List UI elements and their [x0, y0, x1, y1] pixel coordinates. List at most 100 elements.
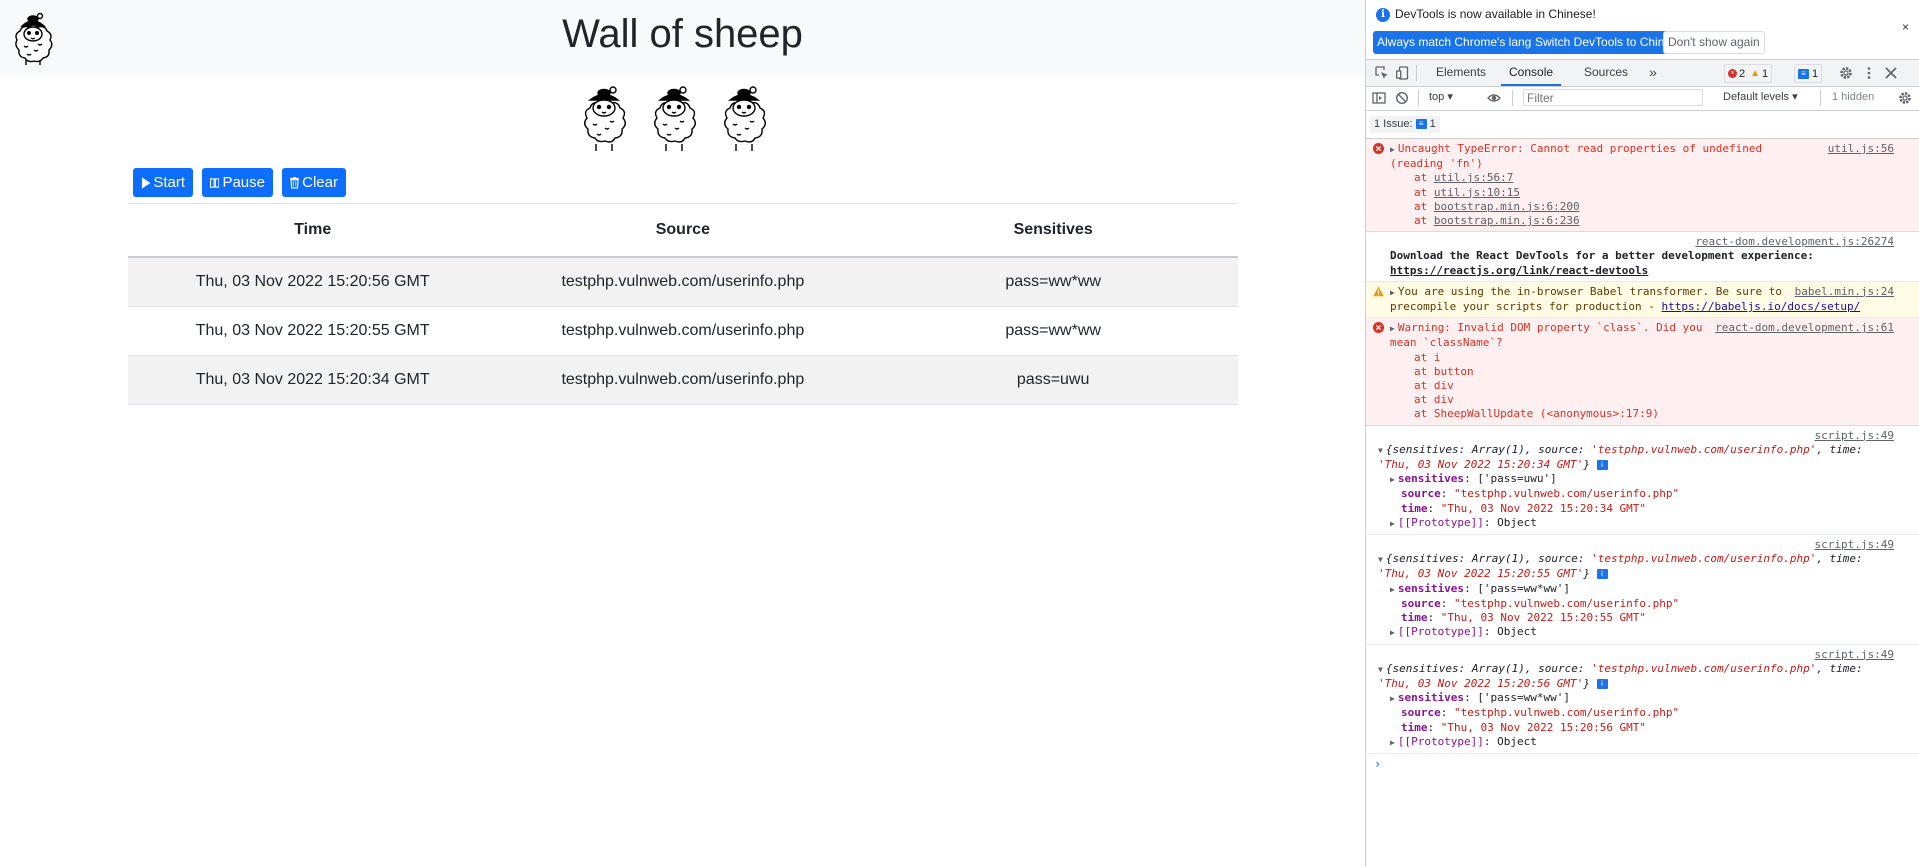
property-value: Object: [1497, 515, 1537, 529]
expand-triangle-icon[interactable]: ▶: [1390, 517, 1395, 531]
message-source-link[interactable]: script.js:49: [1815, 648, 1894, 661]
message-source-link[interactable]: script.js:49: [1815, 538, 1894, 551]
error-icon: [1373, 143, 1384, 154]
stack-link[interactable]: bootstrap.min.js:6:236: [1434, 214, 1580, 227]
live-expression-eye-icon[interactable]: [1487, 91, 1501, 105]
property-value: Object: [1497, 734, 1537, 748]
sidebar-toggle-icon[interactable]: [1372, 91, 1386, 105]
issue-message-icon: ≡: [1415, 119, 1427, 130]
error-warning-counter[interactable]: × 2 ▲ 1: [1724, 64, 1773, 83]
babel-docs-link[interactable]: https://babeljs.io/docs/setup/: [1662, 300, 1861, 313]
stack-link[interactable]: bootstrap.min.js:6:200: [1434, 200, 1580, 213]
react-devtools-link[interactable]: https://reactjs.org/link/react-devtools: [1390, 264, 1648, 277]
object-summary[interactable]: ▼ {sensitives: Array(1), source: 'testphp…: [1378, 552, 1894, 581]
property-value: ['pass=ww*ww']: [1477, 691, 1571, 705]
property-row[interactable]: ▶ [[Prototype]]: Object: [1390, 625, 1894, 640]
pause-button-label: Pause: [222, 174, 265, 191]
property-row[interactable]: ▶ [[Prototype]]: Object: [1390, 516, 1894, 531]
summary-text: , time:: [1816, 661, 1863, 675]
device-toolbar-icon[interactable]: [1396, 66, 1410, 80]
property-row[interactable]: ▶ sensitives: ['pass=ww*ww']: [1390, 691, 1894, 706]
close-icon[interactable]: ×: [1902, 20, 1909, 34]
stack-frame: at div: [1414, 393, 1454, 407]
expand-triangle-icon[interactable]: ▶: [1390, 692, 1395, 706]
context-selector[interactable]: top ▾: [1429, 90, 1453, 103]
console-prompt[interactable]: ›: [1366, 754, 1919, 774]
tab-elements[interactable]: Elements: [1428, 60, 1494, 86]
property-row[interactable]: ▶ sensitives: ['pass=ww*ww']: [1390, 582, 1894, 597]
collapse-triangle-icon[interactable]: ▼: [1378, 553, 1383, 567]
expand-triangle-icon[interactable]: ▶: [1390, 286, 1395, 300]
property-key: sensitives: [1397, 581, 1465, 595]
console-output: util.js:56 ▶ Uncaught TypeError: Cannot r…: [1366, 139, 1919, 859]
clear-console-icon[interactable]: [1395, 91, 1409, 105]
log-levels-dropdown[interactable]: Default levels ▾: [1723, 90, 1798, 103]
expand-triangle-icon[interactable]: ▶: [1390, 736, 1395, 750]
console-filter-input[interactable]: [1523, 89, 1703, 106]
console-settings-gear-icon[interactable]: [1898, 91, 1912, 105]
property-row: time: "Thu, 03 Nov 2022 15:20:55 GMT": [1401, 611, 1647, 625]
hidden-messages-count: 1 hidden: [1832, 91, 1875, 103]
info-badge-icon[interactable]: i: [1596, 678, 1608, 689]
column-header-time: Time: [128, 203, 498, 258]
message-source-row: script.js:49: [1390, 648, 1894, 662]
property-row[interactable]: ▶ sensitives: ['pass=uwu']: [1390, 472, 1894, 487]
start-button[interactable]: Start: [133, 168, 193, 197]
more-tabs-icon[interactable]: »: [1641, 60, 1665, 86]
message-source-link[interactable]: script.js:49: [1815, 429, 1894, 442]
info-badge-icon[interactable]: i: [1596, 460, 1608, 471]
message-source-row: react-dom.development.js:26274: [1390, 235, 1894, 249]
property-value: "Thu, 03 Nov 2022 15:20:34 GMT": [1440, 501, 1647, 515]
cell-sensitives: pass=ww*ww: [868, 306, 1238, 356]
console-log-message: script.js:49 ▼ {sensitives: Array(1), sour…: [1366, 426, 1919, 536]
table-row: Thu, 03 Nov 2022 15:20:56 GMT testphp.vu…: [128, 257, 1238, 307]
object-summary[interactable]: ▼ {sensitives: Array(1), source: 'testphp…: [1378, 443, 1894, 472]
language-infobar: i DevTools is now available in Chinese! …: [1366, 0, 1919, 56]
expand-triangle-icon[interactable]: ▶: [1390, 322, 1395, 336]
console-toolbar: top ▾ Default levels ▾ 1 hidden: [1366, 86, 1919, 111]
tab-sources[interactable]: Sources: [1576, 60, 1636, 86]
summary-time: 'Thu, 03 Nov 2022 15:20:34 GMT': [1378, 458, 1584, 472]
more-options-icon[interactable]: [1862, 66, 1876, 80]
error-text: Warning: Invalid DOM property `class`. D…: [1390, 321, 1703, 350]
expand-triangle-icon[interactable]: ▶: [1390, 143, 1395, 157]
cell-source: testphp.vulnweb.com/userinfo.php: [497, 257, 869, 307]
stack-link[interactable]: util.js:10:15: [1434, 186, 1520, 199]
pause-button[interactable]: Pause: [202, 168, 273, 197]
issues-counter[interactable]: ≡ 1: [1794, 64, 1823, 83]
message-source-link[interactable]: util.js:56: [1828, 142, 1894, 156]
summary-text: }: [1583, 676, 1590, 690]
info-badge-icon[interactable]: i: [1596, 569, 1608, 580]
property-key: [[Prototype]]: [1397, 734, 1484, 748]
collapse-triangle-icon[interactable]: ▼: [1378, 444, 1383, 458]
warning-count: 1: [1762, 67, 1769, 80]
message-source-link[interactable]: react-dom.development.js:26274: [1695, 235, 1894, 248]
expand-triangle-icon[interactable]: ▶: [1390, 473, 1395, 487]
stack-frame: at util.js:56:7: [1390, 171, 1894, 185]
summary-text: , time:: [1816, 442, 1863, 456]
property-row: source: "testphp.vulnweb.com/userinfo.ph…: [1401, 596, 1680, 610]
clear-button[interactable]: Clear: [282, 168, 346, 197]
issues-badge[interactable]: 1 Issue: ≡ 1: [1370, 116, 1440, 133]
tab-console[interactable]: Console: [1501, 60, 1562, 86]
toolbar-divider: [1418, 90, 1419, 106]
message-source-link[interactable]: react-dom.development.js:61: [1715, 321, 1894, 335]
trash-icon: [290, 177, 300, 189]
cell-time: Thu, 03 Nov 2022 15:20:56 GMT: [128, 257, 498, 307]
close-devtools-icon[interactable]: [1884, 66, 1898, 80]
property-key: source: [1401, 596, 1441, 610]
settings-gear-icon[interactable]: [1839, 66, 1853, 80]
stack-frame: at util.js:10:15: [1390, 186, 1894, 200]
dont-show-again-button[interactable]: Don't show again: [1663, 31, 1765, 54]
collapse-triangle-icon[interactable]: ▼: [1378, 663, 1383, 677]
table-header-row: Time Source Sensitives: [128, 203, 1238, 258]
property-row[interactable]: ▶ [[Prototype]]: Object: [1390, 735, 1894, 750]
summary-text: {sensitives: Array(1), source:: [1385, 661, 1592, 675]
inspect-element-icon[interactable]: [1375, 66, 1389, 80]
expand-triangle-icon[interactable]: ▶: [1390, 583, 1395, 597]
message-source-link[interactable]: babel.min.js:24: [1795, 285, 1894, 299]
expand-triangle-icon[interactable]: ▶: [1390, 626, 1395, 640]
object-summary[interactable]: ▼ {sensitives: Array(1), source: 'testphp…: [1378, 662, 1894, 691]
stack-link[interactable]: util.js:56:7: [1434, 171, 1513, 184]
message-source-row: script.js:49: [1390, 538, 1894, 552]
